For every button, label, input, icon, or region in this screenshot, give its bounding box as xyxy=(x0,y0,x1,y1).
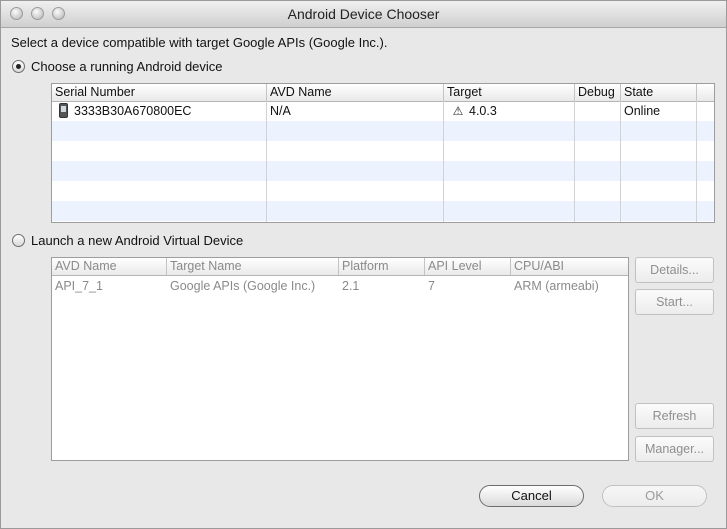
column-avd-name[interactable]: AVD Name xyxy=(267,84,444,101)
empty-row xyxy=(52,181,714,201)
running-device-label: Choose a running Android device xyxy=(31,59,223,74)
platform-cell: 2.1 xyxy=(342,279,360,293)
running-devices-header: Serial Number AVD Name Target Debug Stat… xyxy=(52,84,714,102)
launch-avd-label: Launch a new Android Virtual Device xyxy=(31,233,244,248)
manager-button[interactable]: Manager... xyxy=(635,436,714,462)
state-cell: Online xyxy=(624,104,661,118)
serial-number-cell: 3333B30A670800EC xyxy=(56,101,267,121)
api-level-cell: 7 xyxy=(428,279,435,293)
table-row[interactable]: 3333B30A670800EC N/A ⚠ 4.0.3 Online xyxy=(52,101,714,121)
empty-row xyxy=(52,141,714,161)
target-name-cell: Google APIs (Google Inc.) xyxy=(170,279,316,293)
column-avd-name[interactable]: AVD Name xyxy=(52,258,167,275)
device-chooser-window: Android Device Chooser Select a device c… xyxy=(0,0,727,529)
running-devices-table[interactable]: Serial Number AVD Name Target Debug Stat… xyxy=(51,83,715,223)
column-target[interactable]: Target xyxy=(444,84,575,101)
column-divider xyxy=(443,101,444,222)
start-button[interactable]: Start... xyxy=(635,289,714,315)
launch-avd-option[interactable]: Launch a new Android Virtual Device xyxy=(12,233,243,248)
column-state[interactable]: State xyxy=(621,84,697,101)
ok-button[interactable]: OK xyxy=(602,485,707,507)
column-divider xyxy=(266,101,267,222)
column-divider xyxy=(574,101,575,222)
title-bar[interactable]: Android Device Chooser xyxy=(1,1,726,28)
cancel-button[interactable]: Cancel xyxy=(479,485,584,507)
avd-table-header: AVD Name Target Name Platform API Level … xyxy=(52,258,628,276)
debug-cell xyxy=(575,101,621,121)
avd-table[interactable]: AVD Name Target Name Platform API Level … xyxy=(51,257,629,461)
window-title: Android Device Chooser xyxy=(287,6,440,22)
cpu-abi-cell: ARM (armeabi) xyxy=(514,279,599,293)
phone-icon xyxy=(59,103,68,118)
column-divider xyxy=(696,101,697,222)
intro-text: Select a device compatible with target G… xyxy=(11,35,388,50)
running-device-radio[interactable] xyxy=(12,60,25,73)
launch-avd-radio[interactable] xyxy=(12,234,25,247)
column-filler xyxy=(697,84,714,101)
details-button[interactable]: Details... xyxy=(635,257,714,283)
empty-row xyxy=(52,201,714,221)
avd-name-cell: N/A xyxy=(270,104,291,118)
running-device-option[interactable]: Choose a running Android device xyxy=(12,59,223,74)
column-cpu-abi[interactable]: CPU/ABI xyxy=(511,258,628,275)
column-debug[interactable]: Debug xyxy=(575,84,621,101)
column-divider xyxy=(620,101,621,222)
empty-row xyxy=(52,161,714,181)
empty-row xyxy=(52,121,714,141)
target-cell: ⚠ 4.0.3 xyxy=(448,101,575,121)
column-platform[interactable]: Platform xyxy=(339,258,425,275)
refresh-button[interactable]: Refresh xyxy=(635,403,714,429)
warning-icon: ⚠ xyxy=(452,104,464,118)
column-api-level[interactable]: API Level xyxy=(425,258,511,275)
column-serial-number[interactable]: Serial Number xyxy=(52,84,267,101)
avd-name-cell: API_7_1 xyxy=(55,279,103,293)
table-row[interactable]: API_7_1 Google APIs (Google Inc.) 2.1 7 … xyxy=(52,276,628,296)
column-target-name[interactable]: Target Name xyxy=(167,258,339,275)
